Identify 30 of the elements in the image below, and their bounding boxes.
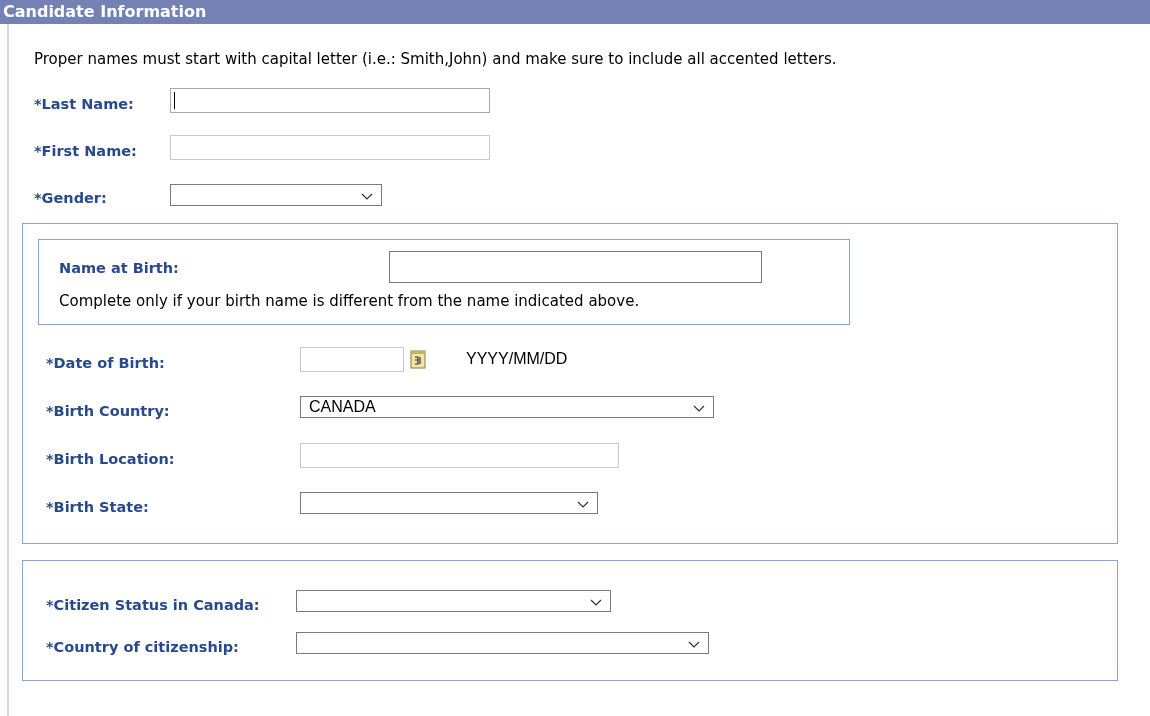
dropdown[interactable] [296,632,709,654]
text-field[interactable] [389,251,762,283]
text-field[interactable] [300,442,619,468]
field-label: *Birth Country: [46,401,171,419]
dropdown[interactable]: CANADA [300,396,714,418]
field-label: *Birth Location: [46,449,176,467]
dropdown[interactable] [296,590,611,612]
field-label: *Birth State: [46,497,150,515]
chevron-down-icon [577,501,589,509]
date-format-hint: YYYY/MM/DD [466,350,568,368]
note-text: Complete only if your birth name is different from the name indicated above. [59,291,641,311]
field-label: *Date of Birth: [46,353,166,371]
dropdown[interactable] [170,183,382,206]
field-label: *Country of citizenship: [46,637,240,655]
field-label: *Citizen Status in Canada: [46,595,261,613]
chevron-down-icon [590,599,602,607]
field-label: *First Name: [34,142,138,159]
dropdown[interactable] [300,492,598,514]
section-header: Candidate Information [0,0,1150,24]
chevron-down-icon [693,405,705,413]
date-field[interactable] [300,346,404,372]
instructions-text: Proper names must start with capital letter (i.e.: Smith,John) and make sure to include all accented letters. [34,50,838,69]
chevron-down-icon [361,192,373,201]
field-label: Name at Birth: [59,259,180,276]
calendar-icon[interactable] [410,349,426,369]
chevron-down-icon [688,641,700,649]
field-label: *Gender: [34,189,108,206]
text-field[interactable] [170,88,490,113]
text-field[interactable] [170,135,490,160]
field-label: *Last Name: [34,95,135,112]
